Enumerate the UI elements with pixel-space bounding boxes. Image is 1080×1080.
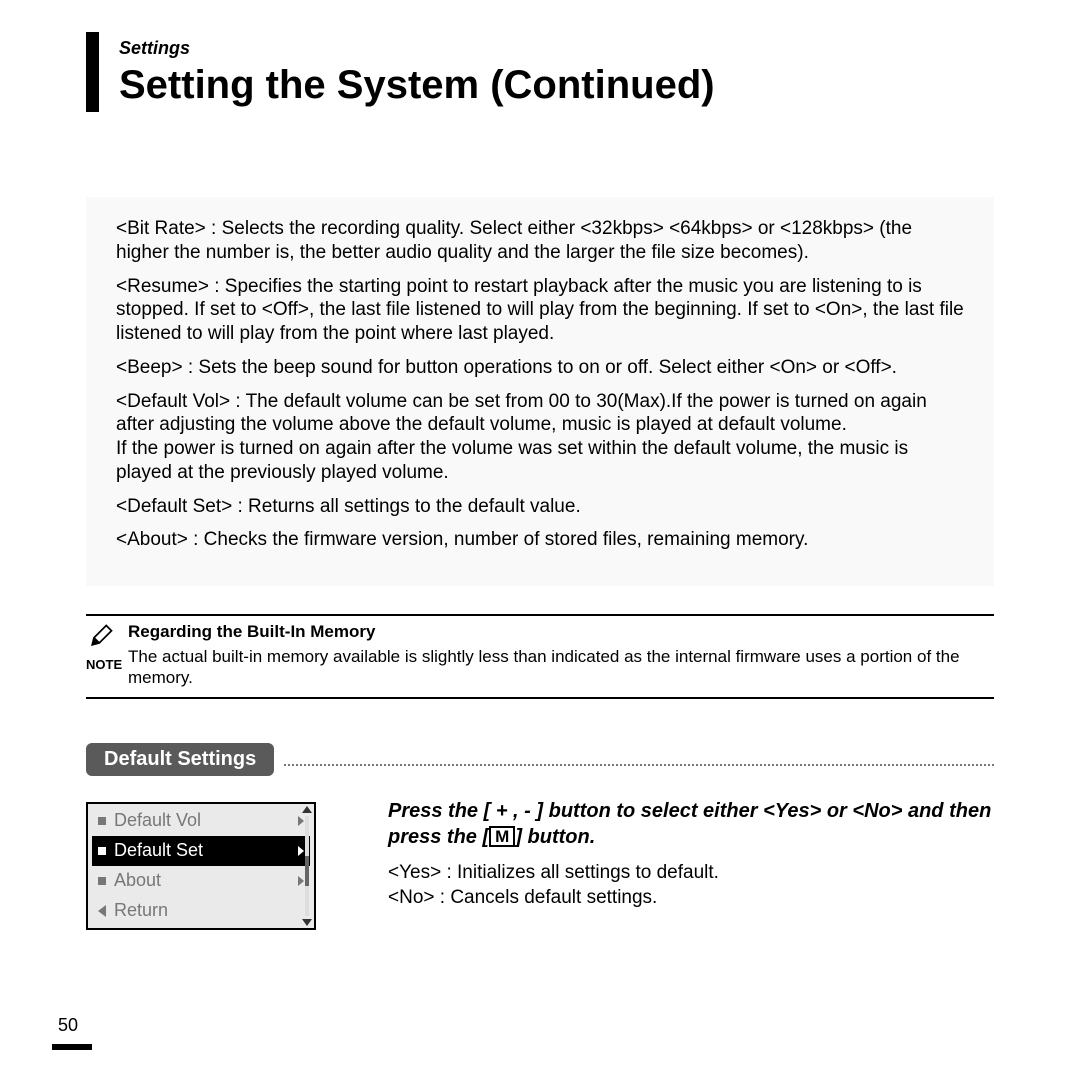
menu-item-label: Return [114,900,304,921]
page-number: 50 [58,1015,78,1036]
instruction-no: <No> : Cancels default settings. [388,885,994,911]
square-bullet-icon [98,877,106,885]
menu-item-default-vol: Default Vol [92,806,310,836]
menu-item-default-set: Default Set [92,836,310,866]
def-default-vol: <Default Vol> : The default volume can b… [116,390,964,485]
menu-item-label: About [114,870,298,891]
instruction-text-c: ] button. [515,826,595,848]
page-title-continued: (Continued) [490,63,714,107]
def-default-set: <Default Set> : Returns all settings to … [116,495,964,519]
device-screenshot: Default Vol Default Set About Return [86,802,316,930]
menu-item-label: Default Set [114,840,298,861]
m-button-icon: M [489,826,515,847]
instruction-yes: <Yes> : Initializes all settings to defa… [388,860,994,886]
note-title: Regarding the Built-In Memory [128,622,994,642]
triangle-left-icon [98,905,106,917]
menu-item-return: Return [92,896,310,926]
menu-item-about: About [92,866,310,896]
note-label: NOTE [86,657,116,672]
square-bullet-icon [98,847,106,855]
def-beep: <Beep> : Sets the beep sound for button … [116,356,964,380]
instruction-text-a: Press the [ + , - ] button to select eit… [388,800,991,848]
left-accent-bar [86,32,99,112]
definitions-box: <Bit Rate> : Selects the recording quali… [86,197,994,586]
menu-item-label: Default Vol [114,810,298,831]
instruction-heading: Press the [ + , - ] button to select eit… [388,798,994,850]
breadcrumb: Settings [119,38,994,59]
def-bit-rate: <Bit Rate> : Selects the recording quali… [116,217,964,265]
dotted-rule [284,764,994,766]
def-resume: <Resume> : Specifies the starting point … [116,275,964,346]
def-about: <About> : Checks the firmware version, n… [116,528,964,552]
section-title: Default Settings [86,743,274,776]
note-block: NOTE Regarding the Built-In Memory The a… [86,614,994,699]
scroll-up-icon [302,806,312,813]
scroll-track [305,816,309,916]
square-bullet-icon [98,817,106,825]
scroll-down-icon [302,919,312,926]
scroll-thumb [305,856,309,886]
page-title: Setting the System (Continued) [119,63,994,107]
page-number-bar [52,1044,92,1050]
note-text: The actual built-in memory available is … [128,646,994,689]
scrollbar [302,806,312,926]
section-header: Default Settings [86,743,994,776]
pencil-icon [87,637,115,654]
page-title-main: Setting the System [119,63,490,107]
note-icon-column: NOTE [86,622,116,672]
